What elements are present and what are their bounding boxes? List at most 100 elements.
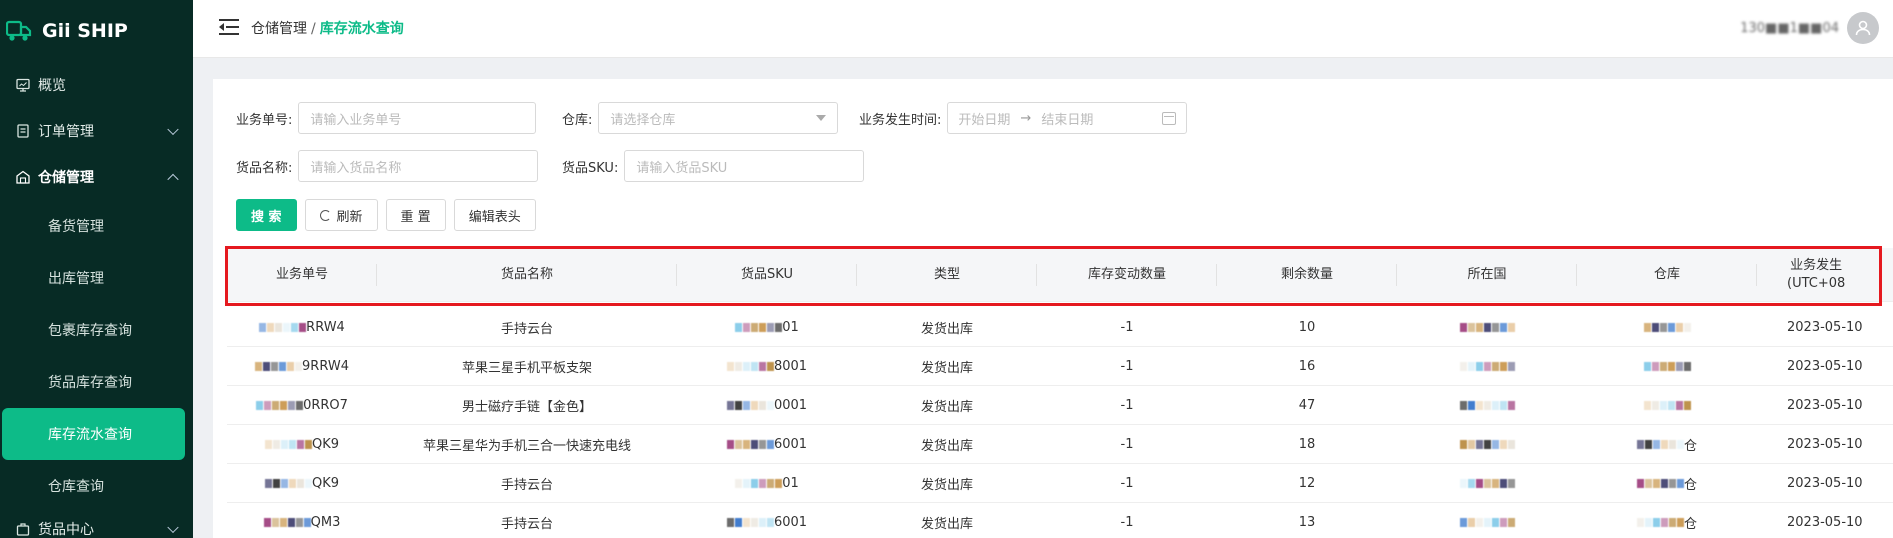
redacted-mosaic <box>264 479 312 488</box>
table-row[interactable]: QK9 手持云台 01 发货出库 -1 12 仓 2023-05-10 <box>227 464 1893 503</box>
sidebar-subitem-stock-flow[interactable]: 库存流水查询 <box>2 408 185 460</box>
refresh-label: 刷新 <box>336 209 363 225</box>
redacted-mosaic <box>735 323 783 332</box>
date-range-picker[interactable]: 开始日期 → 结束日期 <box>947 102 1188 134</box>
cell-warehouse: 仓 <box>1577 503 1757 538</box>
start-date-input[interactable]: 开始日期 <box>958 109 1010 128</box>
monitor-icon <box>16 78 30 92</box>
chevron-down-icon <box>167 521 179 534</box>
cell-remain-qty: 47 <box>1298 398 1316 413</box>
redacted-mosaic <box>726 440 774 449</box>
cell-time: 2023-05-10 <box>1787 320 1863 335</box>
cell-order-no[interactable]: 9RRW4 <box>227 347 377 386</box>
cell-country <box>1397 347 1577 386</box>
brand[interactable]: Gii SHIP <box>0 0 193 62</box>
column-header-country[interactable]: 所在国 <box>1397 248 1577 302</box>
sidebar-subitem-goods-stock[interactable]: 货品库存查询 <box>0 356 193 408</box>
breadcrumb: 仓储管理 / 库存流水查询 <box>251 18 404 38</box>
sku-label: 货品SKU: <box>562 160 619 176</box>
cell-order-no[interactable]: QK9 <box>227 464 377 503</box>
breadcrumb-parent[interactable]: 仓储管理 <box>251 21 307 37</box>
sidebar-subitem-outbound[interactable]: 出库管理 <box>0 252 193 304</box>
cell-change-qty: -1 <box>1120 476 1134 491</box>
sidebar-item-overview[interactable]: 概览 <box>0 62 193 108</box>
cell-time: 2023-05-10 <box>1787 398 1863 413</box>
cell-country <box>1397 503 1577 538</box>
redacted-mosaic <box>1643 323 1691 332</box>
table-row[interactable]: QM3 手持云台 6001 发货出库 -1 13 仓 2023-05-10 <box>227 503 1893 538</box>
cell-sku: 6001 <box>677 503 857 538</box>
redacted-mosaic <box>1636 440 1684 449</box>
redacted-mosaic <box>1459 323 1515 332</box>
column-header-sku[interactable]: 货品SKU <box>677 248 857 302</box>
cell-order-no[interactable]: QM3 <box>227 503 377 538</box>
cell-goods-name: 手持云台 <box>500 322 553 337</box>
sidebar-item-orders[interactable]: 订单管理 <box>0 108 193 154</box>
top-header: 仓储管理 / 库存流水查询 130■■1■■04 <box>193 0 1893 58</box>
cell-country <box>1397 308 1577 347</box>
username: 130■■1■■04 <box>1740 20 1839 36</box>
edit-header-button[interactable]: 编辑表头 <box>453 199 536 231</box>
cell-type: 发货出库 <box>920 400 973 415</box>
cell-change-qty: -1 <box>1120 515 1134 530</box>
column-header-order-no[interactable]: 业务单号 <box>227 248 377 302</box>
time-label: 业务发生时间: <box>859 112 942 128</box>
sidebar-item-goods-center[interactable]: 货品中心 <box>0 512 193 538</box>
cell-order-no[interactable]: QK9 <box>227 425 377 464</box>
column-header-goods-name[interactable]: 货品名称 <box>377 248 677 302</box>
cell-sku: 6001 <box>677 425 857 464</box>
table-row[interactable]: 0RRO7 男士磁疗手链【金色】 0001 发货出库 -1 47 2023-05-10 <box>227 386 1893 425</box>
refresh-button[interactable]: 刷新 <box>304 199 378 231</box>
cell-sku: 01 <box>677 464 857 503</box>
action-buttons: 搜 索 刷新 重 置 编辑表头 <box>236 199 536 231</box>
column-header-type[interactable]: 类型 <box>857 248 1037 302</box>
cell-warehouse <box>1577 308 1757 347</box>
column-header-remain-qty[interactable]: 剩余数量 <box>1217 248 1397 302</box>
table-row[interactable]: QK9 苹果三星华为手机三合一快速充电线 6001 发货出库 -1 18 仓 2023-05-… <box>227 425 1893 464</box>
avatar[interactable] <box>1847 12 1879 44</box>
table-row[interactable]: RRW4 手持云台 01 发货出库 -1 10 2023-05-10 <box>227 308 1893 347</box>
cell-type: 发货出库 <box>920 322 973 337</box>
sidebar-subitem-warehouse-query[interactable]: 仓库查询 <box>0 460 193 512</box>
cell-type: 发货出库 <box>920 439 973 454</box>
order-no-label: 业务单号: <box>236 112 293 128</box>
table-header: 业务单号 货品名称 货品SKU 类型 库存变动数量 剩余数量 所在国 仓库 业务… <box>227 248 1893 302</box>
warehouse-select[interactable]: 请选择仓库 <box>598 102 839 134</box>
redacted-mosaic <box>1643 401 1691 410</box>
column-header-change-qty[interactable]: 库存变动数量 <box>1037 248 1217 302</box>
goods-name-input[interactable]: 请输入货品名称 <box>298 150 539 182</box>
user-icon <box>1855 20 1871 36</box>
cell-change-qty: -1 <box>1120 359 1134 374</box>
cell-order-no[interactable]: RRW4 <box>227 308 377 347</box>
cell-order-no[interactable]: 0RRO7 <box>227 386 377 425</box>
sku-input[interactable]: 请输入货品SKU <box>624 150 865 182</box>
range-arrow: → <box>1020 110 1032 126</box>
end-date-input[interactable]: 结束日期 <box>1041 109 1093 128</box>
column-header-warehouse[interactable]: 仓库 <box>1577 248 1757 302</box>
order-no-filter: 业务单号: 请输入业务单号 <box>236 102 537 134</box>
goods-name-filter: 货品名称: 请输入货品名称 <box>236 150 539 182</box>
calendar-icon <box>1162 111 1177 125</box>
chevron-down-icon <box>167 123 179 136</box>
sidebar: Gii SHIP 概览 订单管理 仓储管理 备货管理 出库管理 包裹库存查询 货… <box>0 0 193 538</box>
sidebar-item-warehousing[interactable]: 仓储管理 <box>0 154 193 200</box>
redacted-mosaic <box>1636 518 1684 527</box>
search-button[interactable]: 搜 索 <box>236 199 297 231</box>
order-no-input[interactable]: 请输入业务单号 <box>298 102 537 134</box>
chevron-up-icon <box>167 173 179 186</box>
table-row[interactable]: 9RRW4 苹果三星手机平板支架 8001 发货出库 -1 16 2023-05-10 <box>227 347 1893 386</box>
sku-placeholder: 请输入货品SKU <box>636 160 728 176</box>
warehouse-placeholder: 请选择仓库 <box>610 112 676 128</box>
cell-sku: 01 <box>677 308 857 347</box>
cell-time: 2023-05-10 <box>1787 476 1863 491</box>
cell-sku: 0001 <box>677 386 857 425</box>
sidebar-subitem-parcel-stock[interactable]: 包裹库存查询 <box>0 304 193 356</box>
column-header-time[interactable]: 业务发生 (UTC+08 <box>1757 248 1893 302</box>
sidebar-subitem-stock-prep[interactable]: 备货管理 <box>0 200 193 252</box>
collapse-menu-icon[interactable] <box>219 18 239 36</box>
cell-remain-qty: 16 <box>1298 359 1316 374</box>
reset-button[interactable]: 重 置 <box>385 199 446 231</box>
cell-remain-qty: 18 <box>1298 437 1316 452</box>
user-menu[interactable]: 130■■1■■04 <box>1740 12 1879 44</box>
redacted-mosaic <box>735 479 783 488</box>
